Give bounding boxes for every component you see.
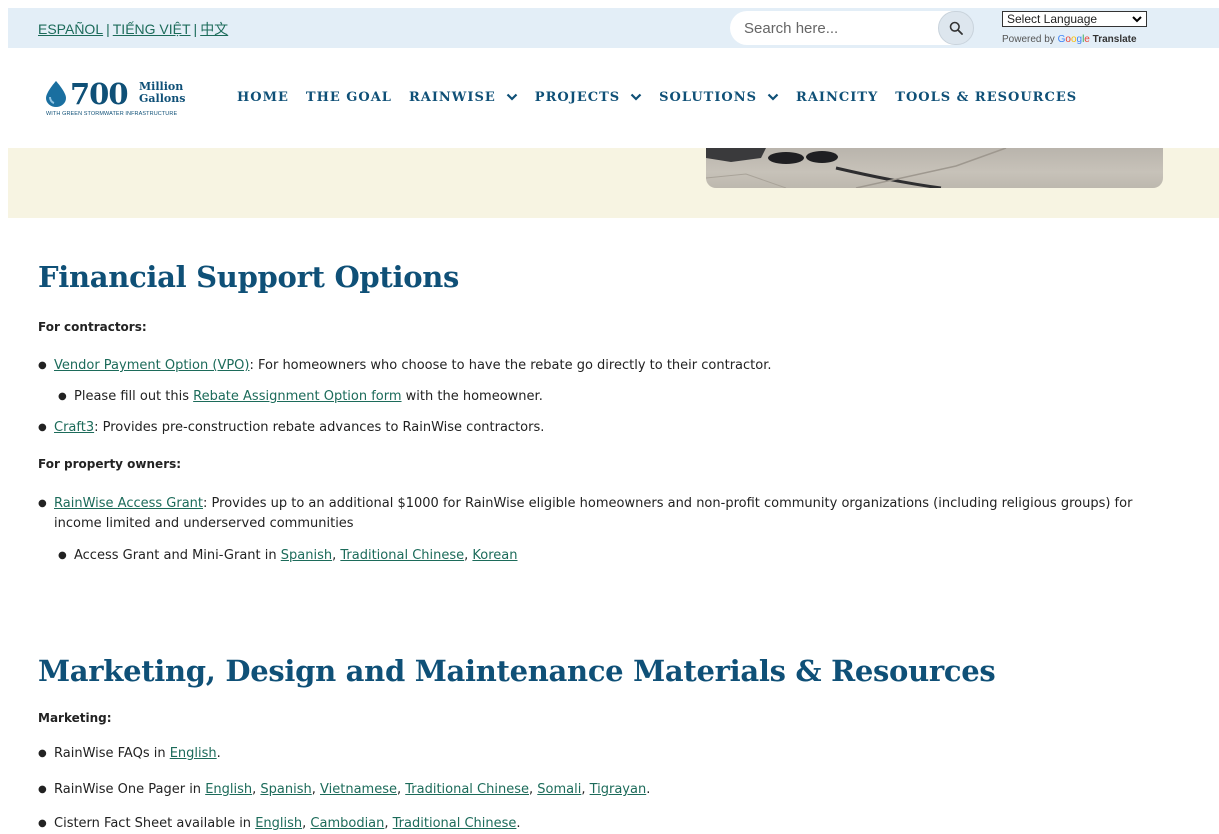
language-select-value: Select Language [1007,12,1098,26]
search-icon [949,21,963,35]
hero-photo-shapes [706,148,1007,188]
faq-english-link[interactable]: English [170,746,217,761]
pager-prefix: RainWise One Pager in [54,782,206,797]
bullet: ● [38,498,47,509]
bullet: ● [38,748,47,759]
bullet: ● [58,391,67,402]
search-form [730,11,980,45]
section-heading-financial: Financial Support Options [38,260,460,294]
cistern-chinese-link[interactable]: Traditional Chinese [393,816,517,831]
rebate-assignment-link[interactable]: Rebate Assignment Option form [193,389,401,404]
bullet: ● [58,550,67,561]
list-item: ● RainWise FAQs in English. [38,744,221,764]
chevron-down-icon[interactable] [767,90,779,105]
access-grant-link[interactable]: RainWise Access Grant [54,496,203,511]
vpo-description: : For homeowners who choose to have the … [249,358,772,373]
nav-rainwise-label: RAINWISE [408,90,496,105]
chevron-down-icon[interactable] [506,90,518,105]
vpo-link[interactable]: Vendor Payment Option (VPO) [54,358,249,373]
list-item: ● RainWise Access Grant: Provides up to a… [38,494,1174,534]
list-item: ● Vendor Payment Option (VPO): For homeow… [38,356,771,376]
lang-link-chinese[interactable]: 中文 [200,21,228,37]
nav-rainwise[interactable]: RAINWISE [409,90,518,105]
fill-prefix: Please fill out this [74,389,194,404]
craft3-description: : Provides pre-construction rebate advan… [94,420,545,435]
cistern-english-link[interactable]: English [255,816,302,831]
search-input[interactable] [730,11,958,45]
fill-suffix: with the homeowner. [401,389,543,404]
logo-number: 700 [70,77,129,111]
nav-raincity-label: RAINCITY [796,90,879,105]
nav-solutions-label: SOLUTIONS [659,90,758,105]
nav-the-goal[interactable]: THE GOAL [306,90,392,105]
pager-english-link[interactable]: English [205,782,252,797]
language-links: ESPAÑOL | TIẾNG VIỆT | 中文 [38,19,228,39]
pager-chinese-link[interactable]: Traditional Chinese [405,782,529,797]
faq-prefix: RainWise FAQs in [54,746,170,761]
pager-tigrayan-link[interactable]: Tigrayan [590,782,647,797]
marketing-label: Marketing: [38,711,112,725]
contractors-label: For contractors: [38,320,147,334]
pager-somali-link[interactable]: Somali [537,782,581,797]
pager-vietnamese-link[interactable]: Vietnamese [320,782,397,797]
bullet: ● [38,818,47,829]
powered-prefix: Powered by [1002,34,1055,45]
logo-million-gallons: Million Gallons [139,81,185,105]
hero-banner [8,148,1219,218]
mini-grant-korean-link[interactable]: Korean [472,548,517,563]
powered-by-google: Powered by Google Translate [1002,34,1137,45]
nav-goal-label: THE GOAL [305,90,392,105]
water-drop-icon [46,81,66,107]
lang-separator: | [193,21,198,37]
main-menu: HOME THE GOAL RAINWISE PROJECTS SOLUTION… [237,90,1094,105]
list-item: ● RainWise One Pager in English, Spanish,… [38,780,650,800]
bullet: ● [38,360,47,371]
translate-link[interactable]: Translate [1093,34,1137,45]
section-heading-marketing: Marketing, Design and Maintenance Materi… [38,654,996,688]
bullet: ● [38,422,47,433]
logo-line2: Gallons [139,92,186,105]
list-item: ● Cistern Fact Sheet available in English… [38,814,521,834]
nav-home[interactable]: HOME [237,90,289,105]
craft3-link[interactable]: Craft3 [54,420,94,435]
lang-separator: | [106,21,110,37]
site-logo[interactable]: 700 Million Gallons WITH GREEN STORMWATER… [44,77,204,120]
mini-grant-prefix: Access Grant and Mini-Grant in [74,548,281,563]
utility-bar: ESPAÑOL|TIẾNG VIỆT|中文 Select Language Po… [8,8,1219,48]
list-item: ● Access Grant and Mini-Grant in Spanish,… [58,546,518,566]
nav-tools-resources[interactable]: TOOLS & RESOURCES [895,90,1077,105]
nav-solutions[interactable]: SOLUTIONS [659,90,779,105]
mini-grant-spanish-link[interactable]: Spanish [281,548,332,563]
nav-projects-label: PROJECTS [534,90,621,105]
chevron-down-icon [1132,15,1142,22]
nav-raincity[interactable]: RAINCITY [796,90,878,105]
nav-projects[interactable]: PROJECTS [535,90,642,105]
lang-link-espanol[interactable]: ESPAÑOL [38,21,103,37]
mini-grant-chinese-link[interactable]: Traditional Chinese [340,548,464,563]
property-owners-label: For property owners: [38,457,182,471]
hero-photo [706,148,1163,188]
cistern-cambodian-link[interactable]: Cambodian [310,816,384,831]
nav-tools-label: TOOLS & RESOURCES [895,90,1078,105]
access-grant-description: : Provides up to an additional $1000 for… [54,496,1133,531]
search-button[interactable] [938,11,974,45]
chevron-down-icon[interactable] [630,90,642,105]
list-item: ● Please fill out this Rebate Assignment … [58,387,543,407]
list-item: ● Craft3: Provides pre-construction rebat… [38,418,544,438]
cistern-prefix: Cistern Fact Sheet available in [54,816,256,831]
bullet: ● [38,784,47,795]
main-header: 700 Million Gallons WITH GREEN STORMWATER… [8,48,1219,148]
language-select[interactable]: Select Language [1002,11,1147,27]
nav-home-label: HOME [237,90,289,105]
lang-link-vietnamese[interactable]: TIẾNG VIỆT [113,21,191,37]
logo-tagline: WITH GREEN STORMWATER INFRASTRUCTURE [46,111,178,117]
google-logo[interactable]: Google [1058,34,1090,45]
pager-spanish-link[interactable]: Spanish [260,782,311,797]
